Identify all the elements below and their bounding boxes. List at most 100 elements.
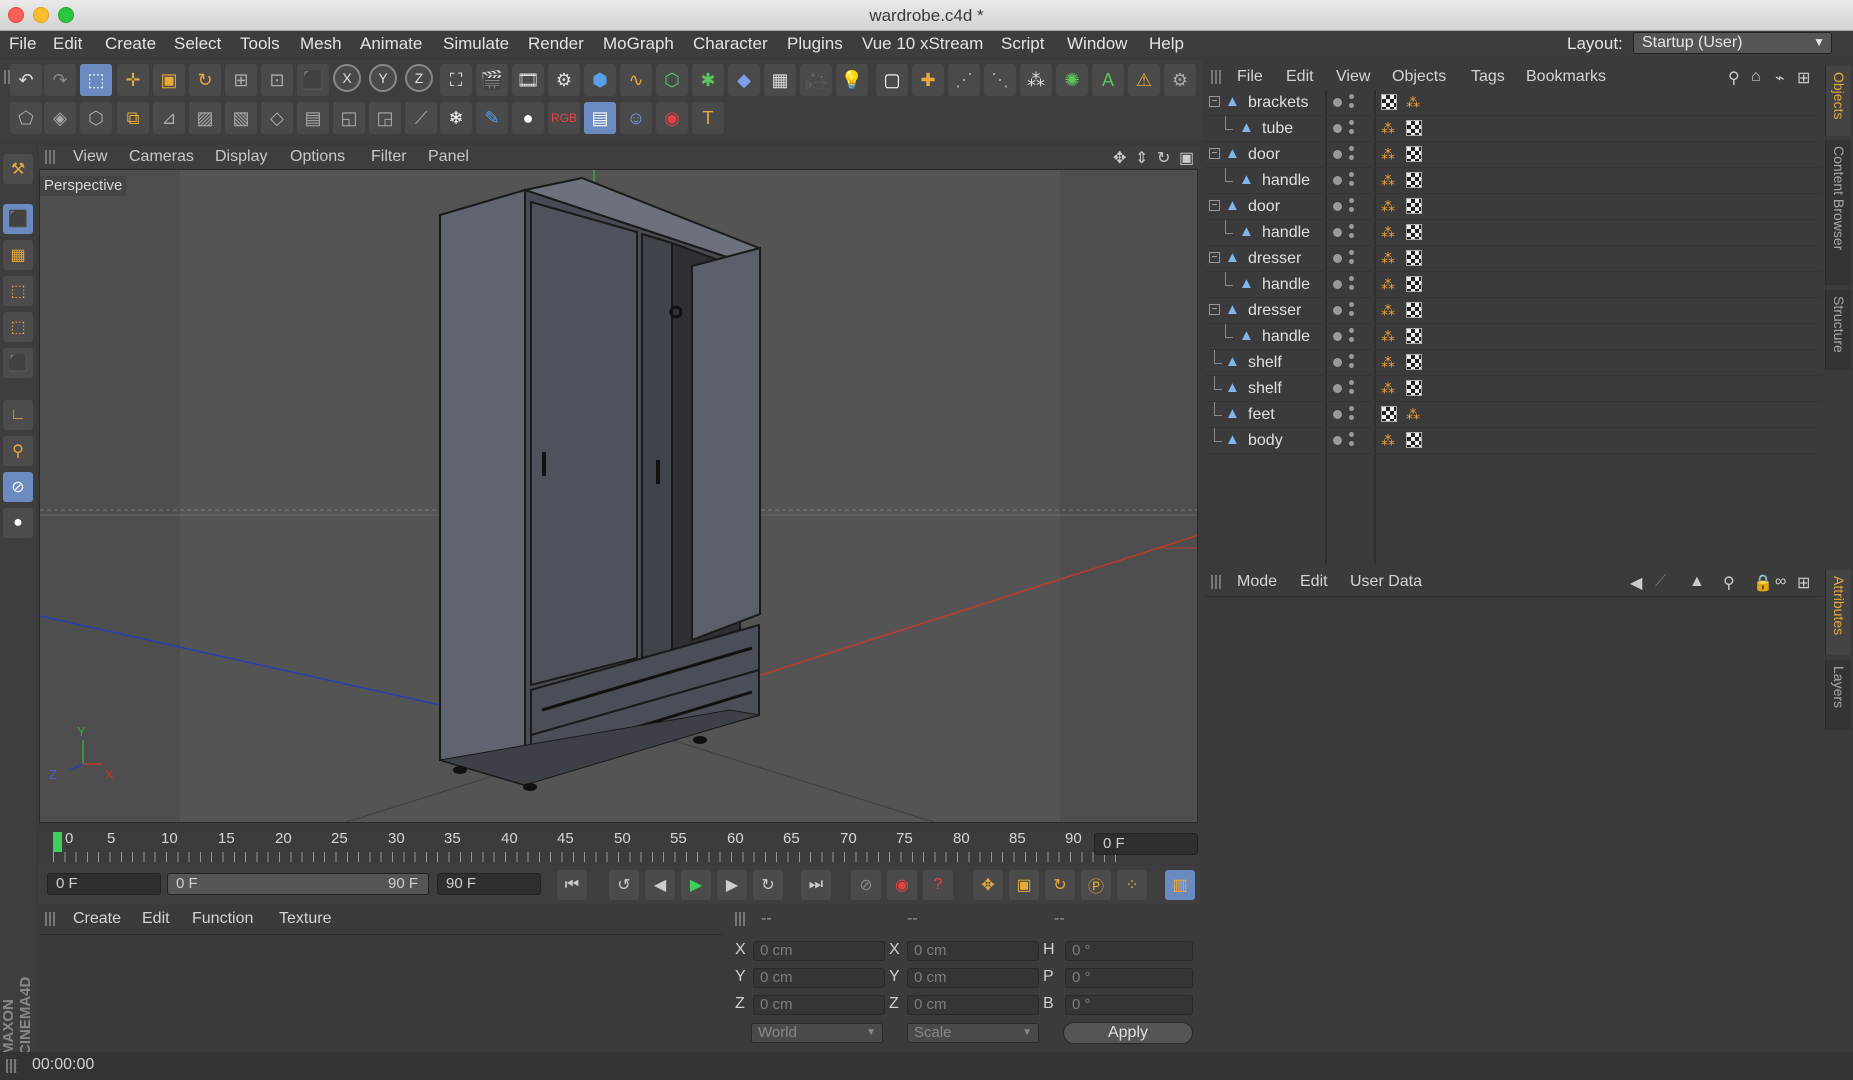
- object-name[interactable]: dresser: [1248, 250, 1301, 268]
- tab-layers[interactable]: Layers: [1825, 660, 1851, 730]
- render-settings-icon[interactable]: ⚙: [548, 64, 580, 96]
- editor-visibility-dot[interactable]: [1333, 228, 1342, 237]
- menu-file[interactable]: File: [9, 34, 36, 54]
- y-axis-lock-icon[interactable]: Y: [369, 64, 397, 92]
- tab-structure[interactable]: Structure: [1825, 290, 1851, 370]
- editor-visibility-dot[interactable]: [1333, 280, 1342, 289]
- menu-plugins[interactable]: Plugins: [787, 34, 843, 54]
- object-row[interactable]: ▲ shelf ⁂: [1205, 376, 1823, 402]
- end-frame-field[interactable]: 90 F: [437, 873, 541, 895]
- viewport-3d-canvas[interactable]: Y Z X: [39, 169, 1198, 823]
- object-mode-icon[interactable]: ▢: [876, 64, 908, 96]
- render-visibility-dot[interactable]: [1349, 432, 1354, 437]
- record-point-level-icon[interactable]: ⁘: [1117, 870, 1147, 900]
- object-name[interactable]: shelf: [1248, 380, 1282, 398]
- render-picture-viewer-icon[interactable]: 🎞: [512, 64, 544, 96]
- object-name[interactable]: tube: [1262, 120, 1293, 138]
- polygon-pen-icon[interactable]: ⬠: [10, 102, 42, 134]
- coordinate-mode-select[interactable]: Scale ▼: [907, 1023, 1039, 1043]
- next-frame-icon[interactable]: ▶: [717, 870, 747, 900]
- timeline-ruler[interactable]: 0 5 10 15 20 25 30 35 40 45 50 55 60 65 …: [39, 828, 1200, 866]
- materials-menu-create[interactable]: Create: [73, 910, 121, 928]
- object-row[interactable]: ▲ handle ⁂: [1205, 220, 1823, 246]
- render-visibility-dot[interactable]: [1349, 285, 1354, 290]
- start-frame-field[interactable]: 0 F: [47, 873, 161, 895]
- size-z-field[interactable]: 0 cm: [907, 995, 1039, 1015]
- menu-tools[interactable]: Tools: [240, 34, 280, 54]
- menu-select[interactable]: Select: [174, 34, 221, 54]
- keyframe-selection-icon[interactable]: ?: [923, 870, 953, 900]
- texture-tag-icon[interactable]: [1381, 94, 1397, 110]
- phong-tag-icon[interactable]: ⁂: [1381, 276, 1397, 292]
- texture-tag-icon[interactable]: [1406, 354, 1422, 370]
- phong-tag-icon[interactable]: ⁂: [1381, 354, 1397, 370]
- home-icon[interactable]: ⌂: [1751, 68, 1761, 86]
- record-rotation-icon[interactable]: ↻: [1045, 870, 1075, 900]
- render-visibility-dot[interactable]: [1349, 172, 1354, 177]
- light-icon[interactable]: 💡: [836, 64, 868, 96]
- editor-visibility-dot[interactable]: [1333, 150, 1342, 159]
- playhead-marker[interactable]: [53, 832, 62, 852]
- objects-menu-bookmarks[interactable]: Bookmarks: [1526, 68, 1606, 86]
- render-visibility-dot[interactable]: [1349, 363, 1354, 368]
- render-visibility-dot[interactable]: [1349, 441, 1354, 446]
- go-to-end-icon[interactable]: ⏭: [801, 870, 831, 900]
- menu-character[interactable]: Character: [693, 34, 768, 54]
- rotation-b-field[interactable]: 0 °: [1065, 995, 1193, 1015]
- next-key-icon[interactable]: ↻: [753, 870, 783, 900]
- object-row[interactable]: − ▲ door ⁂: [1205, 142, 1823, 168]
- character-icon[interactable]: ☺: [620, 102, 652, 134]
- coordinates-grip[interactable]: [735, 912, 747, 926]
- phong-tag-icon[interactable]: ⁂: [1381, 120, 1397, 136]
- render-visibility-dot[interactable]: [1349, 380, 1354, 385]
- object-row[interactable]: ▲ handle ⁂: [1205, 272, 1823, 298]
- x-axis-lock-icon[interactable]: X: [333, 64, 361, 92]
- texture-tag-icon[interactable]: [1406, 276, 1422, 292]
- transform-icon[interactable]: ⊡: [261, 64, 293, 96]
- sphere-material-icon[interactable]: ●: [512, 102, 544, 134]
- object-row[interactable]: − ▲ brackets ⁂: [1205, 90, 1823, 116]
- rotation-p-field[interactable]: 0 °: [1065, 968, 1193, 988]
- editor-visibility-dot[interactable]: [1333, 176, 1342, 185]
- search-icon[interactable]: ⚲: [1723, 573, 1735, 593]
- editor-visibility-dot[interactable]: [1333, 306, 1342, 315]
- new-window-icon[interactable]: ⊞: [1797, 573, 1810, 593]
- texture-tag-icon[interactable]: [1406, 120, 1422, 136]
- materials-menu-edit[interactable]: Edit: [142, 910, 170, 928]
- camera-icon[interactable]: 🎥: [800, 64, 832, 96]
- editor-visibility-dot[interactable]: [1333, 358, 1342, 367]
- phong-tag-icon[interactable]: ⁂: [1381, 328, 1397, 344]
- texture-tag-icon[interactable]: [1406, 224, 1422, 240]
- link-icon[interactable]: ⌁: [1775, 68, 1785, 88]
- render-visibility-dot[interactable]: [1349, 207, 1354, 212]
- render-visibility-dot[interactable]: [1349, 311, 1354, 316]
- object-name[interactable]: body: [1248, 432, 1283, 450]
- render-visibility-dot[interactable]: [1349, 94, 1354, 99]
- object-manager-grip[interactable]: [1211, 70, 1223, 84]
- menu-vue-xstream[interactable]: Vue 10 xStream: [862, 34, 983, 54]
- redo-icon[interactable]: ↷: [44, 64, 76, 96]
- phong-tag-icon[interactable]: ⁂: [1381, 224, 1397, 240]
- object-name[interactable]: door: [1248, 198, 1280, 216]
- render-visibility-dot[interactable]: [1349, 129, 1354, 134]
- object-name[interactable]: brackets: [1248, 94, 1308, 112]
- materials-menu-function[interactable]: Function: [192, 910, 253, 928]
- record-scale-icon[interactable]: ▣: [1009, 870, 1039, 900]
- z-axis-lock-icon[interactable]: Z: [405, 64, 433, 92]
- objects-menu-file[interactable]: File: [1237, 68, 1263, 86]
- position-y-field[interactable]: 0 cm: [753, 968, 885, 988]
- record-position-icon[interactable]: ✥: [973, 870, 1003, 900]
- render-visibility-dot[interactable]: [1349, 146, 1354, 151]
- extrude-icon[interactable]: ⬡: [80, 102, 112, 134]
- record-parameter-icon[interactable]: Ⓟ: [1081, 870, 1111, 900]
- editor-visibility-dot[interactable]: [1333, 410, 1342, 419]
- play-icon[interactable]: ▶: [681, 870, 711, 900]
- brush-icon[interactable]: ⟋: [405, 102, 437, 134]
- dynamics-icon[interactable]: ✺: [1056, 64, 1088, 96]
- thinking-particles-icon[interactable]: ◉: [656, 102, 688, 134]
- bevel-icon[interactable]: ◈: [44, 102, 76, 134]
- phong-tag-icon[interactable]: ⁂: [1406, 406, 1422, 422]
- object-row[interactable]: ▲ body ⁂: [1205, 428, 1823, 454]
- edges-mode-icon[interactable]: ⬚: [3, 312, 33, 342]
- current-frame-field[interactable]: 0 F: [1094, 833, 1198, 855]
